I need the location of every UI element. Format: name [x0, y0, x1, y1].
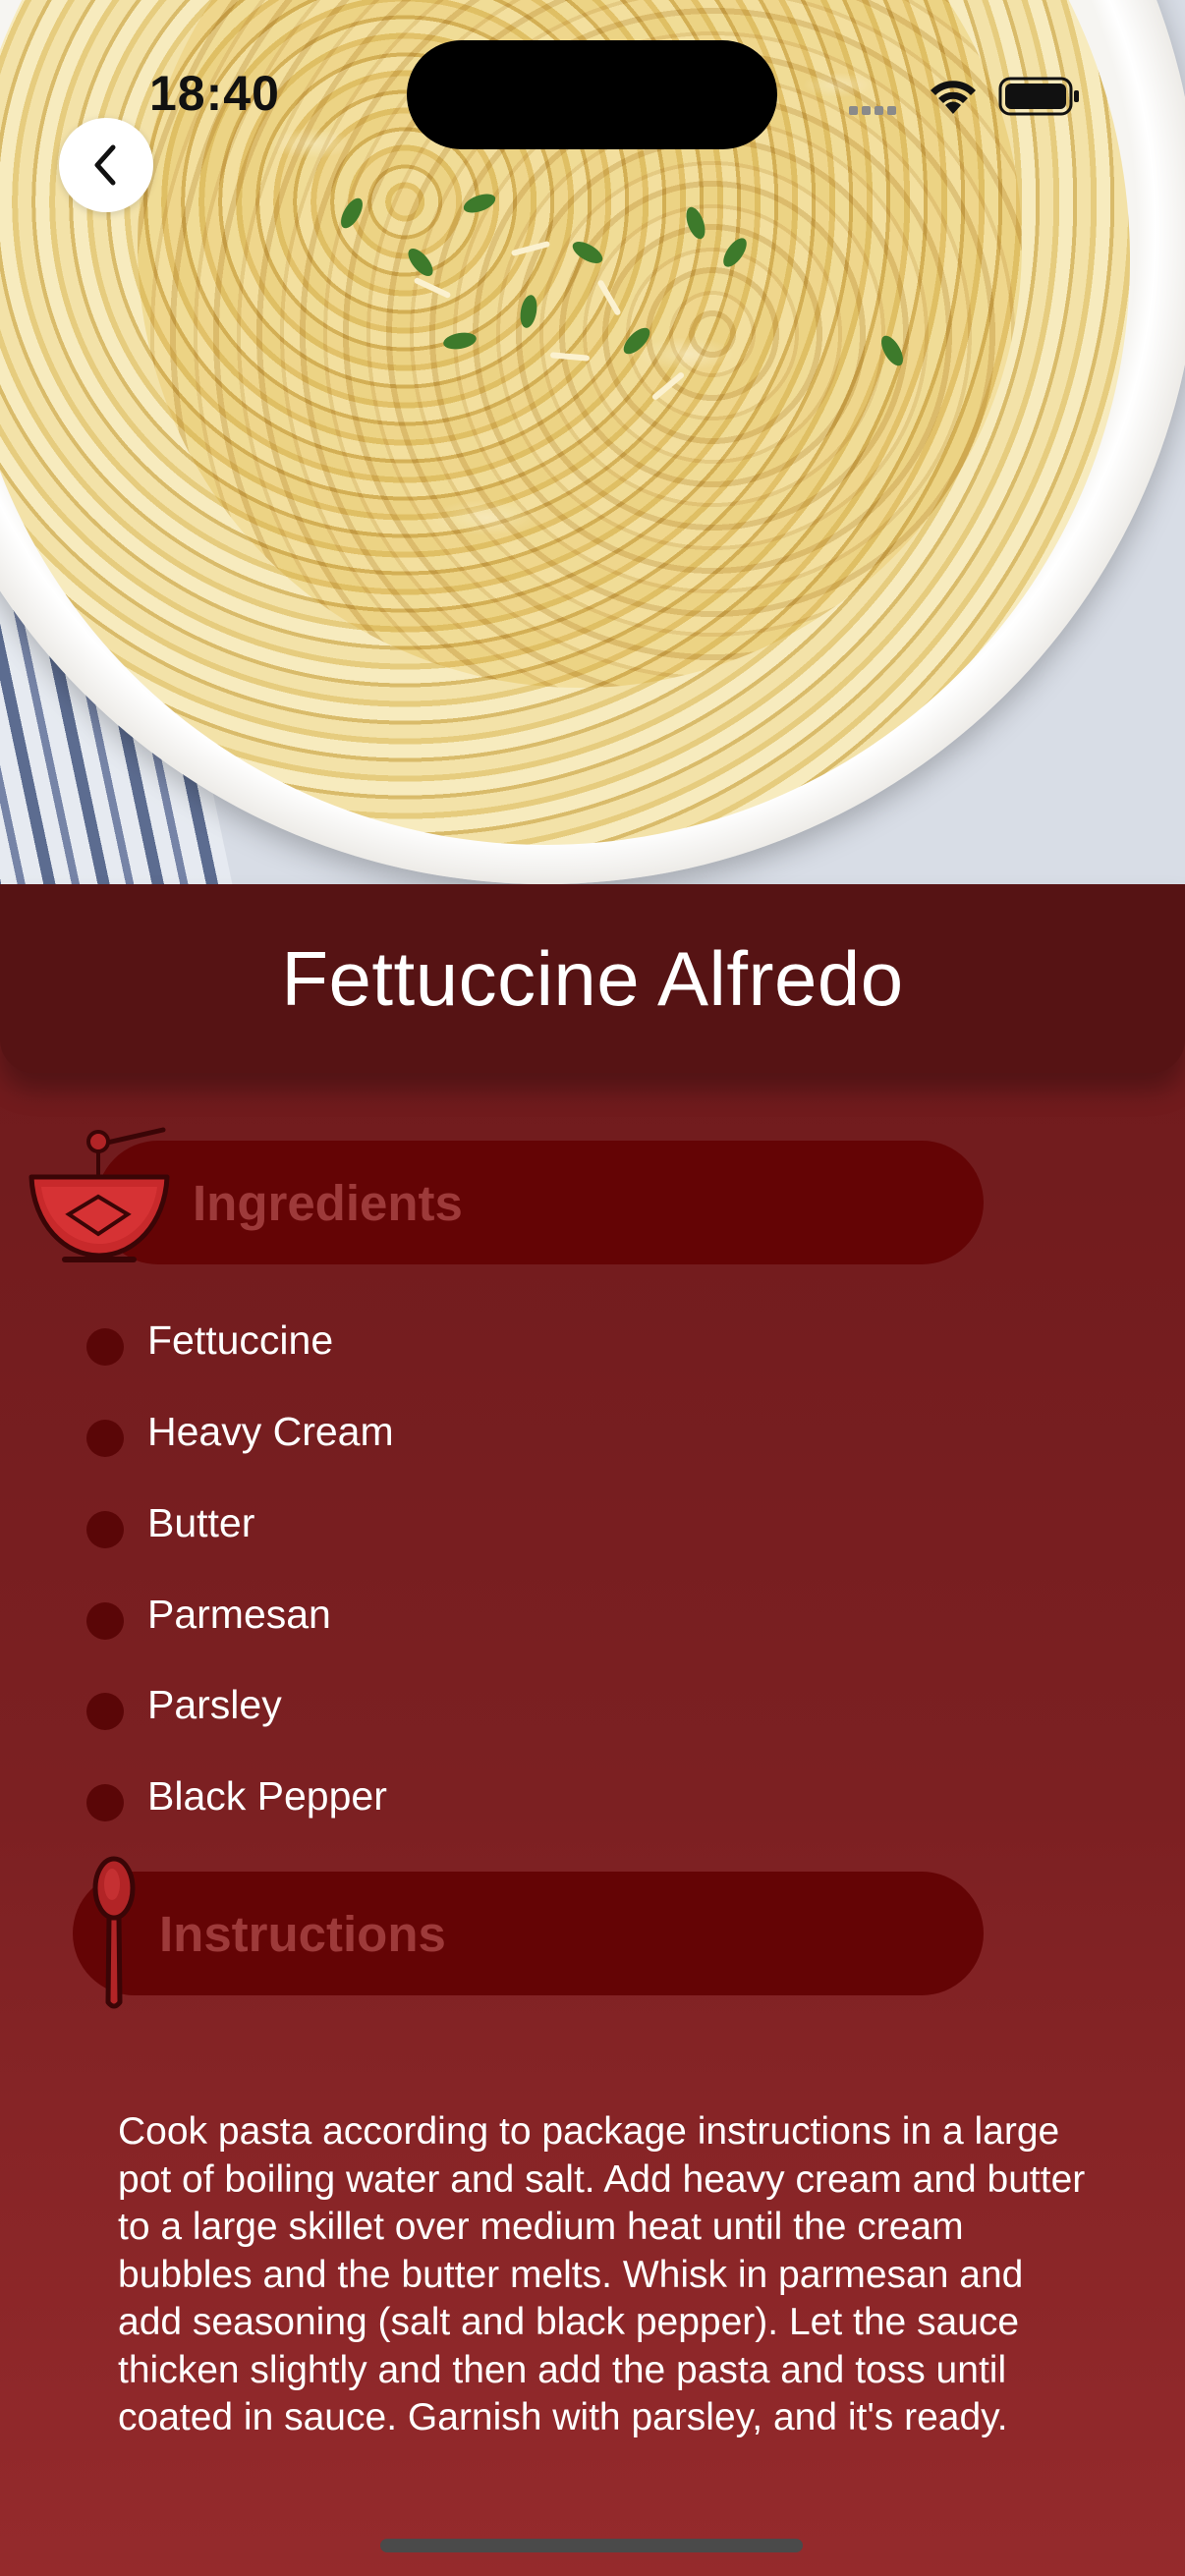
ingredient-name: Black Pepper: [147, 1772, 387, 1819]
ingredient-name: Heavy Cream: [147, 1408, 394, 1454]
status-time: 18:40: [149, 66, 280, 121]
ingredient-name: Fettuccine: [147, 1316, 334, 1363]
bullet-icon: [86, 1511, 124, 1548]
spoon-icon: [92, 1856, 136, 2009]
bullet-icon: [86, 1784, 124, 1821]
mixing-bowl-icon: [28, 1127, 170, 1262]
ingredients-label: Ingredients: [193, 1174, 463, 1231]
instructions-label: Instructions: [159, 1905, 446, 1962]
ingredient-name: Butter: [147, 1499, 255, 1545]
bullet-icon: [86, 1420, 124, 1457]
ingredient-name: Parmesan: [147, 1591, 331, 1637]
ingredients-header: Ingredients: [96, 1141, 984, 1264]
instructions-header: Instructions: [73, 1872, 984, 1995]
bullet-icon: [86, 1602, 124, 1640]
recipe-title: Fettuccine Alfredo: [281, 934, 904, 1022]
title-banner: Fettuccine Alfredo: [0, 884, 1185, 1073]
ingredient-name: Parsley: [147, 1681, 282, 1727]
cellular-signal-icon: [849, 102, 900, 120]
wifi-icon: [931, 81, 976, 114]
bullet-icon: [86, 1328, 124, 1366]
back-button[interactable]: [59, 118, 153, 212]
dynamic-island: [407, 40, 777, 149]
instructions-text: Cook pasta according to package instruct…: [118, 2110, 1086, 2438]
chevron-left-icon: [94, 144, 116, 186]
battery-icon: [998, 77, 1079, 116]
bullet-icon: [86, 1693, 124, 1730]
home-indicator[interactable]: [380, 2539, 803, 2552]
